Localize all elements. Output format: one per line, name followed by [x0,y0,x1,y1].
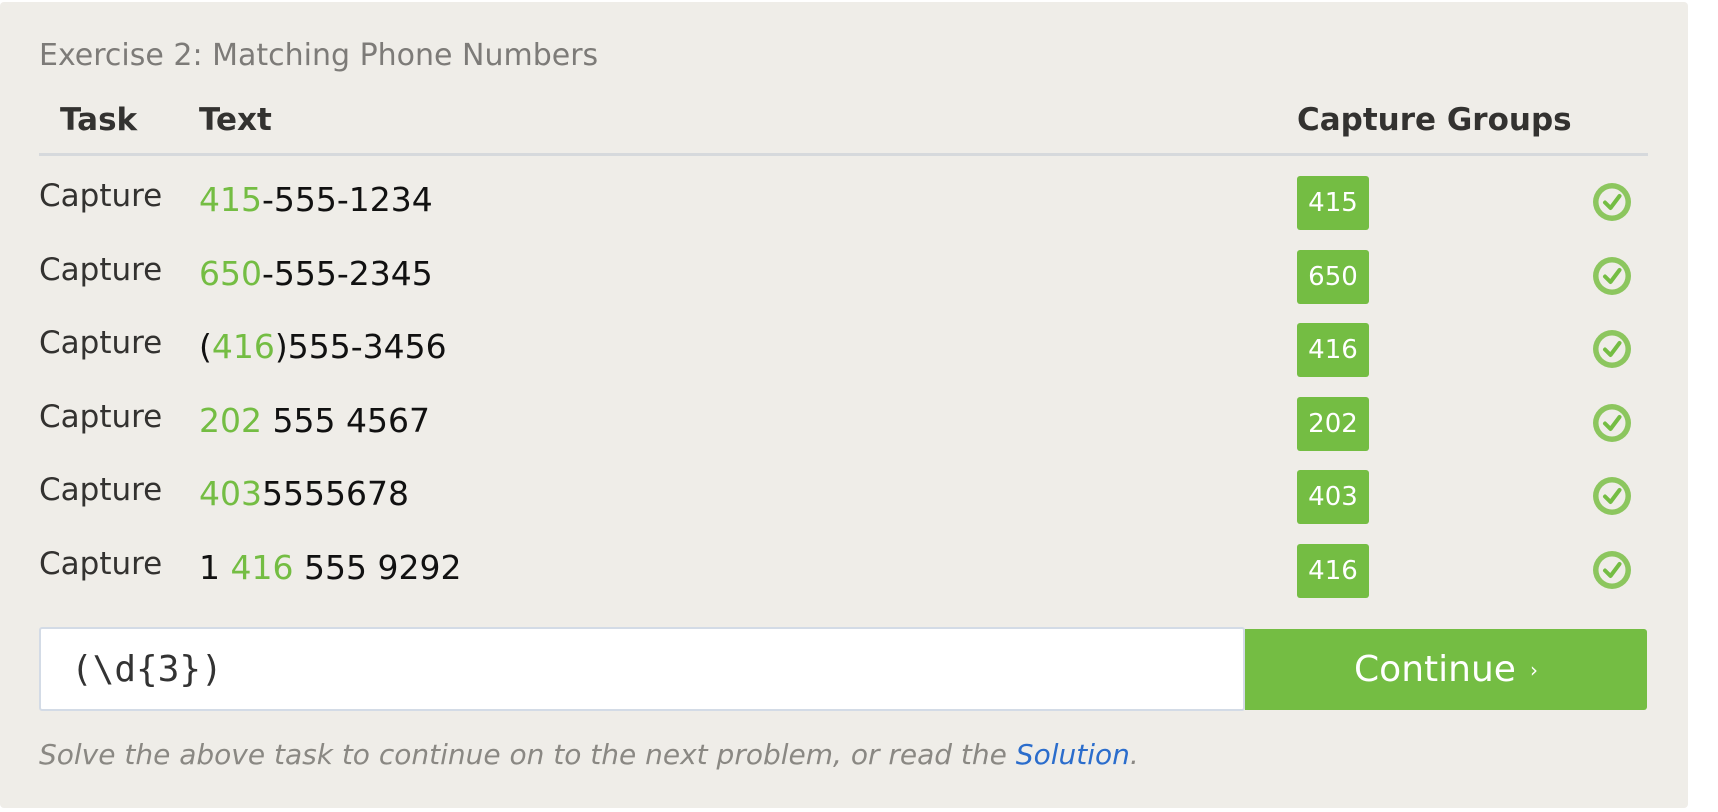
table-row: Capture 202 555 4567 202 [0,396,1688,471]
task-label: Capture [39,398,163,435]
continue-button-label: Continue [1354,649,1516,690]
table-row: Capture 4035555678 403 [0,470,1688,544]
exercise-title: Exercise 2: Matching Phone Numbers [39,38,599,73]
sample-text: 415-555-1234 [199,180,433,219]
check-circle-icon [1593,183,1631,221]
matched-segment: 202 [199,400,262,440]
capture-group-badge: 415 [1297,176,1369,230]
column-header-text: Text [199,102,272,138]
unmatched-segment: ( [199,327,212,366]
check-circle-icon [1593,256,1631,295]
chevron-right-icon: › [1529,657,1538,682]
task-label: Capture [39,472,163,508]
table-row: Capture 415-555-1234 415 [0,176,1688,250]
matched-segment: 416 [230,547,294,587]
continue-button[interactable]: Continue › [1245,629,1647,710]
unmatched-segment: 1 [199,547,231,587]
unmatched-segment: 555 9292 [293,547,462,587]
matched-segment: 650 [199,253,262,293]
matched-segment: 415 [199,180,262,219]
capture-group-badge: 403 [1297,470,1369,524]
capture-group-badge: 202 [1297,396,1369,451]
capture-group-badge: 416 [1297,323,1369,377]
sample-text: (416)555-3456 [199,327,447,366]
table-row: Capture (416)555-3456 416 [0,323,1688,397]
unmatched-segment: -555-2345 [262,253,433,293]
table-row: Capture 650-555-2345 650 [0,249,1688,324]
regex-input-box[interactable] [39,627,1245,711]
capture-group-badge: 416 [1297,543,1369,598]
exercise-panel: Exercise 2: Matching Phone Numbers Task … [0,2,1688,808]
sample-text: 4035555678 [199,474,409,513]
header-divider [39,153,1648,156]
task-label: Capture [39,325,163,361]
sample-text: 202 555 4567 [199,401,430,440]
task-label: Capture [39,178,163,214]
footer-suffix: . [1129,738,1139,771]
check-circle-icon [1593,330,1631,368]
unmatched-segment: 555 4567 [262,400,430,440]
matched-segment: 416 [211,327,275,366]
column-header-capture-groups: Capture Groups [1297,102,1572,138]
matched-segment: 403 [199,474,262,513]
capture-group-badge: 650 [1297,249,1369,304]
unmatched-segment: -555-1234 [262,180,433,219]
task-label: Capture [39,545,163,582]
footer-text: Solve the above task to continue on to t… [39,738,1016,771]
sample-text: 1 416 555 9292 [199,548,461,587]
check-circle-icon [1593,403,1631,442]
check-circle-icon [1593,550,1631,589]
footer-hint: Solve the above task to continue on to t… [39,738,1139,771]
check-circle-icon [1593,477,1631,515]
column-header-task: Task [60,102,138,138]
task-label: Capture [39,251,163,288]
unmatched-segment: 5555678 [262,474,409,513]
solution-link[interactable]: Solution [1016,738,1130,771]
regex-input[interactable] [41,629,1243,709]
unmatched-segment: )555-3456 [274,327,447,366]
sample-text: 650-555-2345 [199,254,433,293]
table-row: Capture 1 416 555 9292 416 [0,543,1688,618]
